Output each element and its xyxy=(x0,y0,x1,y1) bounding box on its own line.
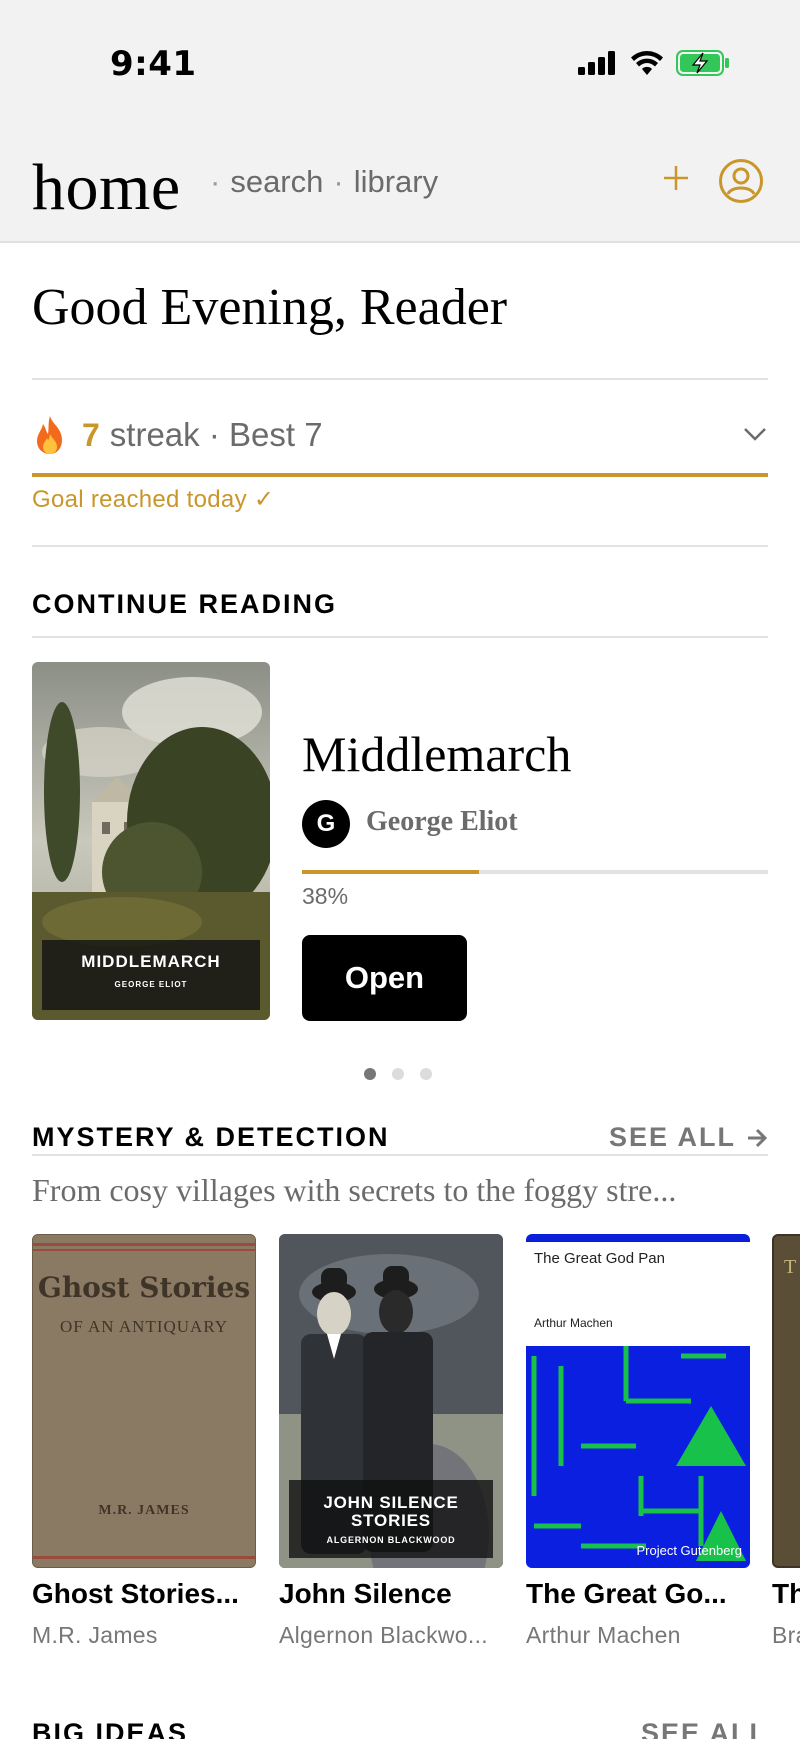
top-nav: home · search · library xyxy=(0,130,800,243)
cover-author: M.R. JAMES xyxy=(98,1503,190,1518)
divider xyxy=(32,636,768,638)
maze-pattern xyxy=(526,1346,750,1568)
wifi-icon xyxy=(631,51,663,75)
book-card[interactable]: The Great God Pan Arthur Machen Project … xyxy=(526,1234,750,1649)
book-card[interactable]: T Th Bra xyxy=(772,1234,800,1649)
book-title: The Great Go... xyxy=(526,1578,727,1609)
nav-links: · search · library xyxy=(210,164,438,200)
carousel-dot[interactable] xyxy=(364,1068,376,1080)
cover-title: JOHN SILENCE STORIES xyxy=(323,1493,459,1530)
cover-author: ALGERNON BLACKWOOD xyxy=(326,1535,456,1545)
mystery-book-row[interactable]: Ghost Stories OF AN ANTIQUARY M.R. JAMES… xyxy=(32,1234,800,1654)
divider xyxy=(32,378,768,380)
carousel-dots xyxy=(364,1068,432,1080)
open-button[interactable]: Open xyxy=(302,935,467,1021)
book-card[interactable]: JOHN SILENCE STORIES ALGERNON BLACKWOOD … xyxy=(279,1234,503,1649)
author-avatar: G xyxy=(302,800,350,848)
add-icon[interactable] xyxy=(658,160,694,196)
goal-status: Goal reached today ✓ xyxy=(32,486,275,513)
book-author: Bra xyxy=(772,1622,800,1648)
cover-publisher: Project Gutenberg xyxy=(636,1543,742,1558)
status-time: 9:41 xyxy=(110,44,197,84)
book-card[interactable]: Ghost Stories OF AN ANTIQUARY M.R. JAMES… xyxy=(32,1234,256,1649)
profile-icon[interactable] xyxy=(718,158,764,204)
author-name[interactable]: George Eliot xyxy=(366,806,518,838)
reading-progress-bar xyxy=(302,870,768,874)
mystery-see-all[interactable]: SEE ALL xyxy=(609,1122,768,1153)
cover-title: MIDDLEMARCH xyxy=(81,952,221,971)
book-title: John Silence xyxy=(279,1578,452,1609)
cover-label: JOHN SILENCE STORIES ALGERNON BLACKWOOD xyxy=(289,1480,493,1558)
mystery-section-title: MYSTERY & DETECTION xyxy=(32,1122,390,1152)
book-cover: T xyxy=(772,1234,800,1568)
streak-row[interactable]: 7 streak · Best 7 xyxy=(32,405,768,465)
book-cover: Ghost Stories OF AN ANTIQUARY M.R. JAMES xyxy=(32,1234,256,1568)
chevron-down-icon[interactable] xyxy=(742,421,768,447)
streak-progress-bar xyxy=(32,473,768,477)
fire-icon xyxy=(37,416,62,454)
cover-line: Ghost Stories xyxy=(37,1271,251,1304)
reading-progress-fill xyxy=(302,870,480,874)
nav-home[interactable]: home xyxy=(32,150,181,226)
current-book-title[interactable]: Middlemarch xyxy=(302,725,571,783)
mystery-description: From cosy villages with secrets to the f… xyxy=(32,1172,677,1208)
nav-search[interactable]: search xyxy=(230,164,323,200)
status-icons xyxy=(578,50,730,76)
nav-separator: · xyxy=(333,164,344,199)
middlemarch-cover[interactable]: MIDDLEMARCH GEORGE ELIOT xyxy=(32,662,270,1020)
see-all-label: SEE ALL xyxy=(640,1718,768,1739)
nav-library[interactable]: library xyxy=(354,164,438,200)
divider xyxy=(32,1154,768,1156)
cover-line: OF AN ANTIQUARY xyxy=(59,1317,229,1336)
book-cover: JOHN SILENCE STORIES ALGERNON BLACKWOOD xyxy=(279,1234,503,1568)
divider xyxy=(32,545,768,547)
cover-author: GEORGE ELIOT xyxy=(114,980,188,989)
big-ideas-section-title: BIG IDEAS xyxy=(32,1718,189,1739)
book-title: Th xyxy=(772,1578,800,1609)
nav-separator: · xyxy=(210,164,221,199)
book-title: Ghost Stories... xyxy=(32,1578,239,1609)
reading-progress-text: 38% xyxy=(302,883,349,909)
continue-reading-title: CONTINUE READING xyxy=(32,589,338,619)
status-bar: 9:41 xyxy=(0,0,800,130)
streak-text: streak · Best 7 xyxy=(109,416,323,453)
signal-icon xyxy=(578,51,615,75)
cover-title: The Great God Pan xyxy=(534,1250,665,1267)
book-cover: The Great God Pan Arthur Machen Project … xyxy=(526,1234,750,1568)
greeting: Good Evening, Reader xyxy=(32,279,508,336)
cover-author: Arthur Machen xyxy=(534,1316,613,1330)
see-all-label: SEE ALL xyxy=(608,1122,736,1152)
carousel-dot[interactable] xyxy=(392,1068,404,1080)
big-ideas-see-all[interactable]: SEE ALL xyxy=(641,1718,768,1739)
carousel-dot[interactable] xyxy=(420,1068,432,1080)
battery-icon xyxy=(676,50,729,76)
book-author: M.R. James xyxy=(32,1622,158,1648)
book-author: Algernon Blackwo... xyxy=(279,1622,488,1648)
book-author: Arthur Machen xyxy=(526,1622,681,1648)
streak-count: 7 xyxy=(82,416,100,453)
arrow-right-icon xyxy=(748,1128,768,1147)
